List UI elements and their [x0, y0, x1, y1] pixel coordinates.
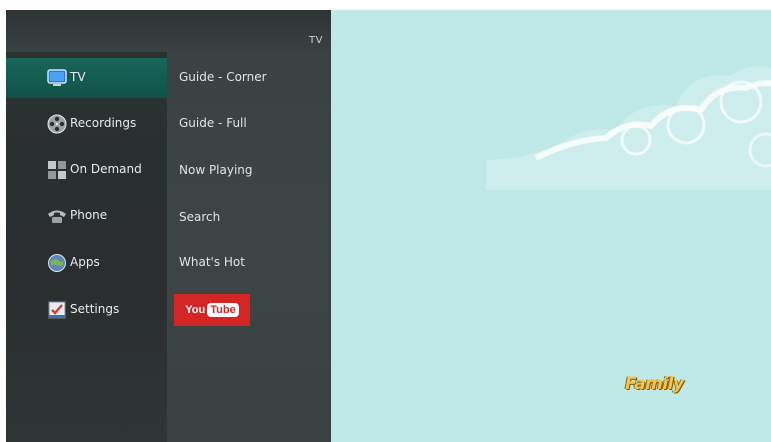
youtube-logo-you: You	[185, 304, 206, 316]
menu-item-settings[interactable]: Settings	[6, 290, 167, 330]
youtube-logo-tube: Tube	[207, 303, 239, 317]
submenu-now-playing[interactable]: Now Playing	[179, 163, 253, 177]
menu-item-label: On Demand	[70, 162, 142, 176]
cloud-decoration-icon	[486, 66, 771, 190]
menu-item-on-demand[interactable]: On Demand	[6, 150, 167, 190]
menu-item-tv[interactable]: TV	[6, 58, 167, 98]
menu-topbar: TV	[6, 10, 331, 52]
menu-item-label: Phone	[70, 208, 108, 222]
menu-item-apps[interactable]: Apps	[6, 243, 167, 283]
tv-screen: TV TV Recordings On Demand Phone Apps Se…	[6, 10, 771, 442]
settings-checklist-icon	[48, 301, 66, 319]
youtube-button[interactable]: You Tube	[174, 294, 250, 326]
channel-logo: Family	[625, 374, 684, 394]
main-menu-panel: TV TV Recordings On Demand Phone Apps Se…	[6, 10, 331, 442]
submenu-search[interactable]: Search	[179, 210, 220, 224]
menu-item-label: Apps	[70, 255, 100, 269]
menu-item-label: TV	[70, 70, 86, 84]
submenu-whats-hot[interactable]: What's Hot	[179, 255, 245, 269]
submenu-guide-full[interactable]: Guide - Full	[179, 116, 247, 130]
submenu-column	[167, 52, 331, 442]
apps-globe-icon	[48, 254, 66, 272]
menu-item-recordings[interactable]: Recordings	[6, 104, 167, 144]
menu-item-phone[interactable]: Phone	[6, 196, 167, 236]
on-demand-grid-icon	[48, 161, 66, 179]
menu-item-label: Recordings	[70, 116, 137, 130]
menu-title: TV	[309, 35, 323, 46]
menu-item-label: Settings	[70, 302, 120, 316]
film-reel-icon	[47, 114, 67, 134]
phone-icon	[48, 210, 66, 223]
submenu-guide-corner[interactable]: Guide - Corner	[179, 70, 267, 84]
tv-icon	[47, 69, 67, 86]
tv-preview-area: Family	[331, 10, 771, 442]
